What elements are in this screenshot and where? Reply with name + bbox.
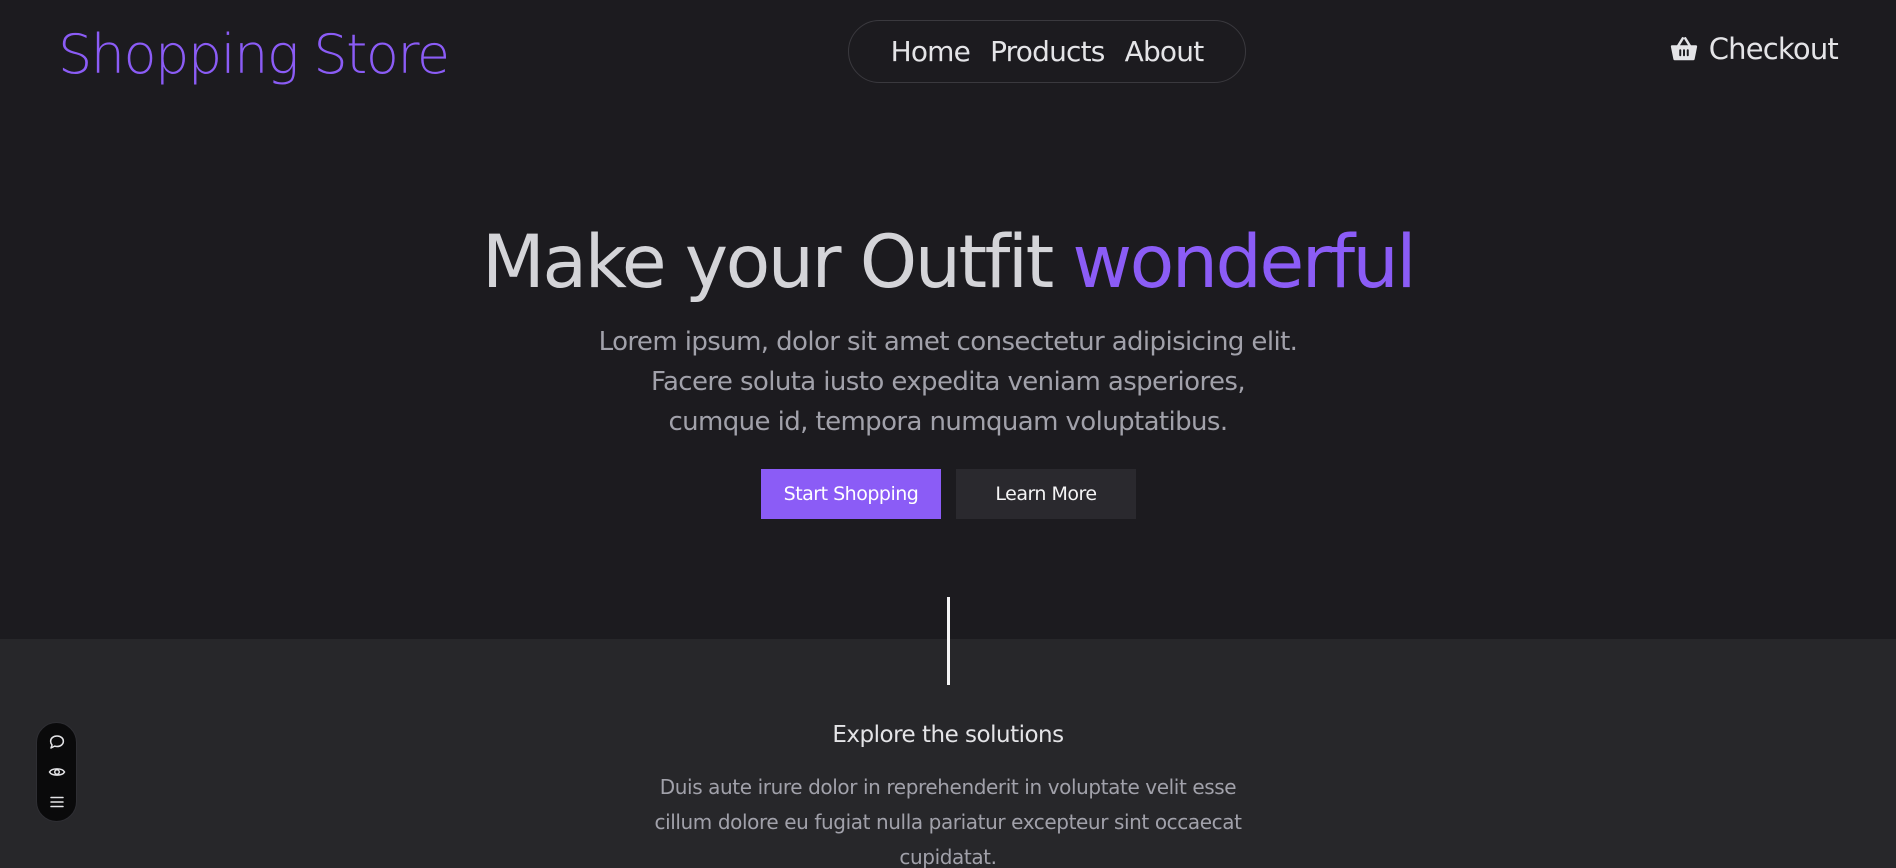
start-shopping-button[interactable]: Start Shopping	[761, 469, 941, 519]
menu-icon[interactable]	[48, 793, 66, 811]
checkout-label: Checkout	[1708, 32, 1839, 66]
vertical-divider	[947, 597, 950, 685]
site-header: Shopping Store Home Products About Check…	[0, 0, 1896, 108]
checkout-button[interactable]: Checkout	[1669, 32, 1839, 66]
hero-title: Make your Outfit wonderful	[0, 218, 1896, 308]
nav-about-link[interactable]: About	[1125, 35, 1205, 68]
learn-more-button[interactable]: Learn More	[956, 469, 1136, 519]
nav-home-link[interactable]: Home	[891, 35, 971, 68]
main-nav: Home Products About	[848, 20, 1246, 83]
hero-title-accent: wonderful	[1072, 220, 1416, 305]
floating-toolbar	[36, 722, 77, 822]
store-logo[interactable]: Shopping Store	[58, 19, 450, 91]
nav-products-link[interactable]: Products	[990, 35, 1105, 68]
solutions-title: Explore the solutions	[832, 722, 1064, 748]
solutions-text: Duis aute irure dolor in reprehenderit i…	[654, 775, 1242, 868]
chat-bubble-icon[interactable]	[48, 733, 66, 751]
page: Shopping Store Home Products About Check…	[0, 0, 1896, 868]
basket-icon	[1670, 37, 1697, 61]
eye-icon[interactable]	[48, 763, 66, 781]
hero-subtitle: Lorem ipsum, dolor sit amet consectetur …	[598, 327, 1298, 437]
hero-title-main: Make your Outfit	[481, 220, 1073, 305]
